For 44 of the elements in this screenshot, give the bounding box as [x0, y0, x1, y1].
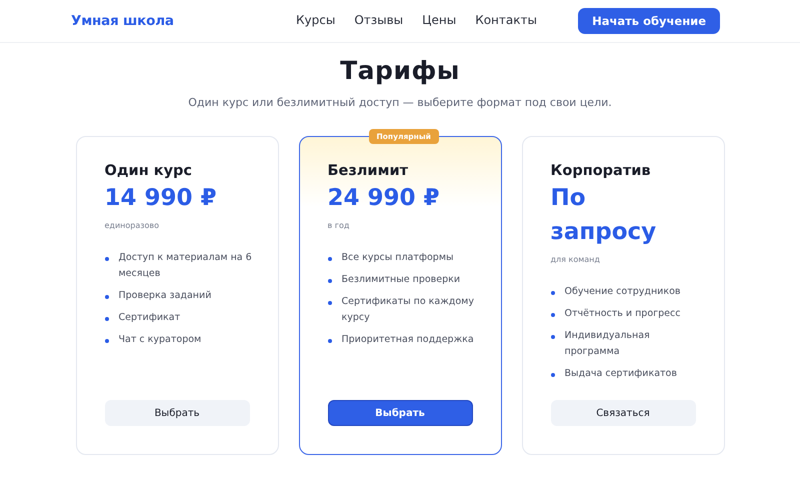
nav-link[interactable]: Отзывы [354, 13, 404, 27]
plan-price: 24 990 ₽ [328, 184, 441, 213]
choose-button[interactable]: Выбрать [328, 400, 472, 426]
feature-text: Приоритетная поддержка [342, 333, 474, 347]
feature-text: Чат с куратором [118, 333, 202, 347]
start-button[interactable]: Начать обучение [578, 8, 720, 34]
bullet-icon [550, 335, 554, 339]
choose-button[interactable]: Связаться [550, 400, 696, 426]
plan-name: Безлимит [328, 163, 410, 179]
bullet-icon [550, 291, 554, 295]
feature-text: Все курсы платформы [342, 251, 454, 265]
plan-name: Корпоратив [550, 163, 652, 179]
bullet-icon [550, 313, 554, 317]
page-title: Тарифы [340, 56, 460, 85]
page-subtitle: Один курс или безлимитный доступ — выберите формат под свои цели. [188, 96, 612, 109]
bullet-icon [328, 301, 332, 305]
bullet-icon [550, 373, 554, 377]
bullet-icon [328, 339, 332, 343]
plan-period: для команд [550, 255, 601, 264]
bullet-icon [104, 317, 108, 321]
logo[interactable]: Умная школа [71, 13, 174, 29]
bullet-icon [104, 257, 108, 261]
nav-link[interactable]: Курсы [296, 13, 336, 27]
feature-text: Проверка заданий [118, 289, 212, 303]
feature-text: Обучение сотрудников [564, 285, 680, 299]
choose-button[interactable]: Выбрать [104, 400, 250, 426]
nav-link[interactable]: Контакты [475, 13, 537, 27]
feature-text: Выдача сертификатов [564, 367, 677, 381]
feature-text: Сертификаты по каждому курсу [342, 295, 475, 325]
feature-text: Безлимитные проверки [342, 273, 460, 287]
feature-text: Индивидуальная программа [564, 329, 651, 359]
feature-text: Отчётность и прогресс [564, 307, 680, 321]
bullet-icon [104, 339, 108, 343]
feature-text: Доступ к материалам на 6 месяцев [118, 251, 253, 281]
feature-text: Сертификат [118, 311, 180, 325]
plan-price: 14 990 ₽ [104, 184, 218, 213]
plan-period: единоразово [104, 221, 160, 230]
plan-period: в год [328, 221, 350, 230]
plan-price: По запросу [550, 184, 658, 247]
bullet-icon [328, 257, 332, 261]
bullet-icon [328, 279, 332, 283]
nav-link[interactable]: Цены [422, 13, 456, 27]
plan-name: Один курс [104, 163, 194, 179]
bullet-icon [104, 295, 108, 299]
